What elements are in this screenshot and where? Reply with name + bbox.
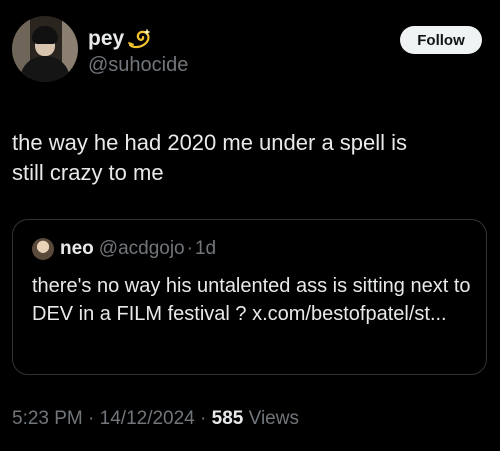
author-display-name[interactable]: pey bbox=[88, 27, 124, 51]
dizzy-icon bbox=[127, 28, 153, 50]
quoted-tweet-time[interactable]: 1d bbox=[195, 238, 216, 260]
author-handle[interactable]: @suhocide bbox=[88, 54, 188, 77]
author-avatar[interactable] bbox=[12, 16, 78, 82]
quoted-tweet-text: there's no way his untalented ass is sit… bbox=[32, 275, 471, 325]
tweet-date[interactable]: 14/12/2024 bbox=[100, 408, 195, 429]
views-label: Views bbox=[248, 408, 299, 429]
separator-dot: · bbox=[200, 408, 207, 429]
follow-button[interactable]: Follow bbox=[400, 26, 482, 54]
separator-dot: · bbox=[186, 238, 193, 259]
tweet-card: pey @suhocide Follow the way he had 2020… bbox=[0, 0, 500, 451]
avatar-figure bbox=[32, 26, 58, 44]
quoted-tweet[interactable]: neo @acdgojo · 1d there's no way his unt… bbox=[12, 219, 487, 375]
quoted-author-avatar[interactable] bbox=[32, 238, 54, 260]
quoted-author-handle[interactable]: @acdgojo bbox=[99, 238, 185, 260]
tweet-meta: 5:23 PM · 14/12/2024 · 585 Views bbox=[12, 408, 299, 430]
tweet-text: the way he had 2020 me under a spell is … bbox=[12, 130, 408, 185]
quoted-tweet-header: neo @acdgojo · 1d bbox=[32, 238, 216, 260]
tweet-time[interactable]: 5:23 PM bbox=[12, 408, 83, 429]
separator-dot: · bbox=[88, 408, 95, 429]
views-count: 585 bbox=[211, 408, 244, 429]
quoted-author-name[interactable]: neo bbox=[60, 238, 94, 260]
author-name-row: pey bbox=[88, 25, 153, 53]
